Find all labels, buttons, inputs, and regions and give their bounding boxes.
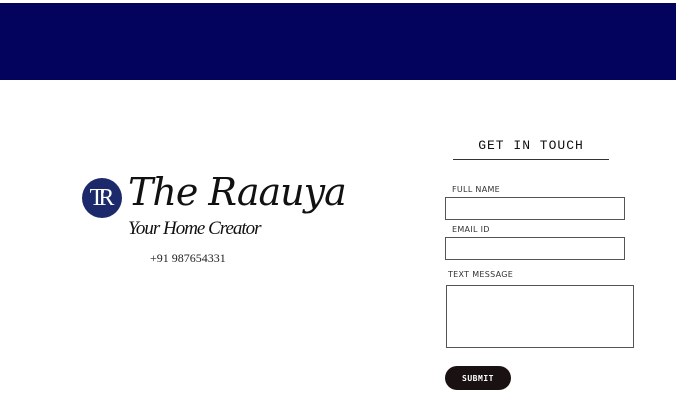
header-banner <box>0 3 676 80</box>
email-input[interactable] <box>445 237 625 260</box>
phone-number: +91 987654331 <box>150 251 226 265</box>
brand-tagline: Your Home Creator <box>128 218 262 239</box>
full-name-label: FULL NAME <box>452 185 501 194</box>
email-label: EMAIL ID <box>452 225 490 234</box>
full-name-input[interactable] <box>445 197 625 220</box>
message-textarea[interactable] <box>446 285 634 348</box>
title-divider <box>453 159 609 160</box>
submit-button[interactable]: SUBMIT <box>445 366 511 390</box>
monogram-icon: TR <box>82 178 122 218</box>
message-label: TEXT MESSAGE <box>448 270 514 279</box>
form-title: GET IN TOUCH <box>478 138 584 153</box>
brand-name: The Raauya <box>128 170 347 214</box>
monogram-text: TR <box>89 185 115 211</box>
